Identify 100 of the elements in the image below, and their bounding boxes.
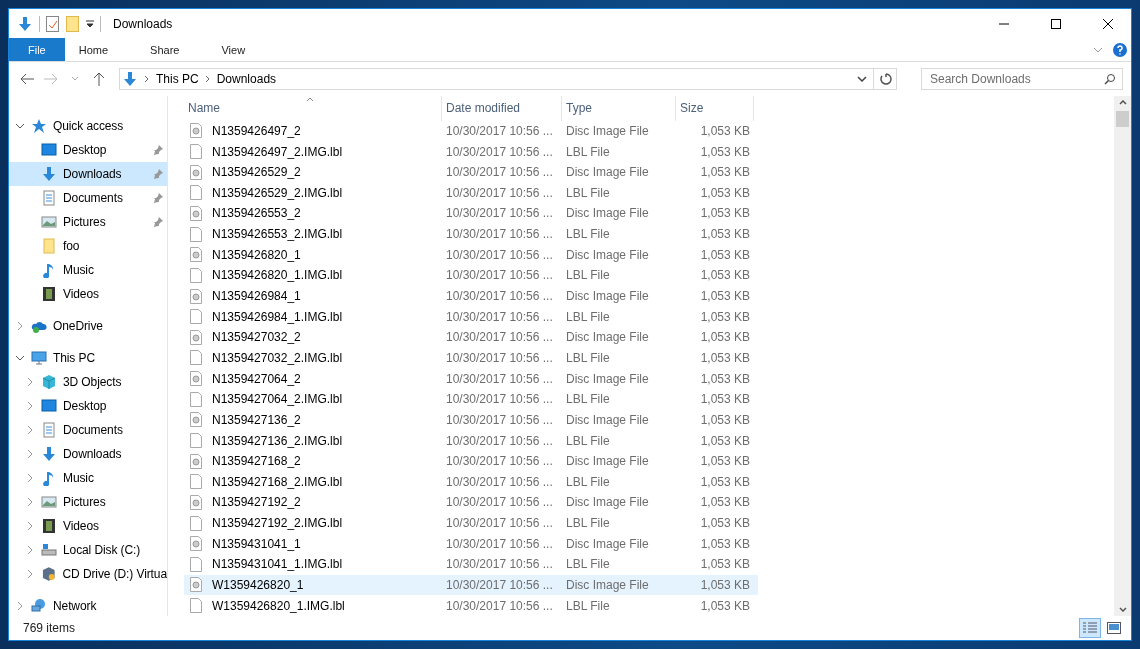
breadcrumb-item[interactable]: This PC (156, 72, 199, 86)
nav-item[interactable]: Music (9, 258, 167, 282)
back-button[interactable] (19, 71, 35, 87)
file-row[interactable]: N1359427136_2 10/30/2017 10:56 ... Disc Image File 1,053 KB (184, 409, 758, 431)
file-row[interactable]: N1359426984_1.IMG.lbl 10/30/2017 10:56 ... LBL File 1,053 KB (184, 306, 758, 327)
file-row[interactable]: N1359426820_1.IMG.lbl 10/30/2017 10:56 ... LBL File 1,053 KB (184, 265, 758, 286)
nav-item[interactable]: Documents (9, 418, 167, 442)
pin-icon[interactable] (153, 145, 163, 155)
nav-item[interactable]: Videos (9, 282, 167, 306)
file-row[interactable]: N1359427032_2 10/30/2017 10:56 ... Disc Image File 1,053 KB (184, 327, 758, 348)
file-row[interactable]: N1359427064_2.IMG.lbl 10/30/2017 10:56 ... LBL File 1,053 KB (184, 388, 758, 410)
help-icon[interactable] (1113, 42, 1127, 57)
ribbon-tab[interactable]: Share (136, 38, 194, 61)
file-row[interactable]: N1359427168_2.IMG.lbl 10/30/2017 10:56 ... LBL File 1,053 KB (184, 471, 758, 493)
nav-item[interactable]: Pictures (9, 490, 167, 514)
nav-item[interactable]: CD Drive (D:) Virtua (9, 562, 167, 586)
file-row[interactable]: N1359426553_2 10/30/2017 10:56 ... Disc Image File 1,053 KB (184, 203, 758, 224)
nav-item[interactable]: foo (9, 234, 167, 258)
file-name: N1359426820_1.IMG.lbl (211, 268, 343, 283)
nav-item[interactable]: Videos (9, 514, 167, 538)
chevron-right-icon[interactable] (25, 473, 35, 483)
nav-item[interactable]: Documents (9, 186, 167, 210)
nav-item[interactable]: Pictures (9, 210, 167, 234)
file-size: 1,053 KB (699, 123, 751, 138)
ribbon-tab[interactable]: Home (64, 38, 123, 61)
file-row[interactable]: N1359426820_1 10/30/2017 10:56 ... Disc Image File 1,053 KB (184, 244, 758, 266)
file-row[interactable]: W1359426820_1 10/30/2017 10:56 ... Disc Image File 1,053 KB (184, 574, 758, 596)
chevron-right-icon[interactable] (25, 569, 35, 579)
pin-icon[interactable] (153, 193, 163, 203)
chevron-down-icon[interactable] (15, 353, 25, 363)
dropdown-icon[interactable] (86, 19, 94, 28)
address-bar[interactable]: This PC Downloads (119, 68, 897, 90)
nav-item[interactable]: OneDrive (9, 314, 167, 338)
chevron-down-icon[interactable] (857, 76, 867, 82)
nav-item[interactable]: Downloads (9, 442, 167, 466)
chevron-down-icon[interactable] (15, 121, 25, 131)
chevron-right-icon[interactable] (25, 425, 35, 435)
nav-item[interactable]: Desktop (9, 394, 167, 418)
file-row[interactable]: N1359426497_2 10/30/2017 10:56 ... Disc Image File 1,053 KB (184, 120, 758, 142)
forward-button[interactable] (43, 71, 59, 87)
file-row[interactable]: N1359427032_2.IMG.lbl 10/30/2017 10:56 ... LBL File 1,053 KB (184, 347, 758, 369)
scrollbar[interactable] (1114, 96, 1131, 616)
chevron-right-icon[interactable] (15, 321, 25, 331)
column-header[interactable]: Date modified (442, 96, 562, 121)
file-name: N1359431041_1 (211, 536, 301, 551)
file-row[interactable]: N1359426529_2 10/30/2017 10:56 ... Disc Image File 1,053 KB (184, 161, 758, 183)
file-row[interactable]: N1359426529_2.IMG.lbl 10/30/2017 10:56 ... LBL File 1,053 KB (184, 182, 758, 204)
breadcrumb-item[interactable]: Downloads (216, 72, 277, 86)
nav-item[interactable]: 3D Objects (9, 370, 167, 394)
file-row[interactable]: N1359431041_1.IMG.lbl 10/30/2017 10:56 ... LBL File 1,053 KB (184, 554, 758, 575)
refresh-icon[interactable] (880, 73, 892, 85)
file-row[interactable]: N1359426553_2.IMG.lbl 10/30/2017 10:56 ... LBL File 1,053 KB (184, 223, 758, 245)
file-type: Disc Image File (565, 371, 650, 386)
nav-item[interactable]: Music (9, 466, 167, 490)
file-row[interactable]: W1359426820_1.IMG.lbl 10/30/2017 10:56 ... LBL File 1,053 KB (184, 595, 758, 616)
chevron-right-icon (144, 75, 150, 83)
file-row[interactable]: N1359426497_2.IMG.lbl 10/30/2017 10:56 ... LBL File 1,053 KB (184, 141, 758, 162)
chevron-right-icon[interactable] (25, 545, 35, 555)
file-type: Disc Image File (565, 247, 650, 262)
chevron-right-icon[interactable] (25, 401, 35, 411)
properties-icon[interactable] (46, 15, 60, 32)
ribbon-tab[interactable]: File (9, 38, 65, 61)
chevron-right-icon[interactable] (25, 521, 35, 531)
ribbon-tab[interactable]: View (207, 38, 260, 61)
chevron-right-icon[interactable] (25, 497, 35, 507)
file-type: LBL File (565, 557, 611, 572)
column-header[interactable]: Name (184, 96, 442, 121)
file-row[interactable]: N1359427064_2 10/30/2017 10:56 ... Disc Image File 1,053 KB (184, 368, 758, 389)
file-row[interactable]: N1359427192_2.IMG.lbl 10/30/2017 10:56 ... LBL File 1,053 KB (184, 512, 758, 534)
file-row[interactable]: N1359427136_2.IMG.lbl 10/30/2017 10:56 ... LBL File 1,053 KB (184, 430, 758, 451)
file-row[interactable]: N1359431041_1 10/30/2017 10:56 ... Disc Image File 1,053 KB (184, 533, 758, 555)
nav-item[interactable]: Local Disk (C:) (9, 538, 167, 562)
up-button[interactable] (91, 71, 107, 87)
file-row[interactable]: N1359427168_2 10/30/2017 10:56 ... Disc Image File 1,053 KB (184, 450, 758, 472)
file-name: N1359426529_2 (211, 165, 301, 180)
nav-item[interactable]: Desktop (9, 138, 167, 162)
pin-icon[interactable] (153, 169, 163, 179)
file-size: 1,053 KB (699, 206, 751, 221)
file-row[interactable]: N1359426984_1 10/30/2017 10:56 ... Disc Image File 1,053 KB (184, 285, 758, 307)
nav-label: Network (53, 599, 97, 613)
scroll-thumb[interactable] (1116, 111, 1129, 127)
file-size: 1,053 KB (699, 309, 751, 324)
file-name: N1359426820_1 (211, 247, 301, 262)
disc-file-icon (190, 288, 202, 304)
nav-item[interactable]: Downloads (9, 162, 167, 186)
nav-item[interactable]: Network (9, 594, 167, 618)
column-header[interactable]: Type (562, 96, 676, 121)
file-row[interactable]: N1359427192_2 10/30/2017 10:56 ... Disc Image File 1,053 KB (184, 492, 758, 513)
download-arrow-icon[interactable] (17, 15, 33, 32)
chevron-right-icon[interactable] (25, 377, 35, 387)
scroll-down-icon[interactable] (1118, 607, 1127, 612)
chevron-right-icon[interactable] (15, 601, 25, 611)
pin-icon[interactable] (153, 217, 163, 227)
nav-item[interactable]: Quick access (9, 114, 167, 138)
chevron-right-icon[interactable] (25, 449, 35, 459)
folder-icon[interactable] (66, 15, 80, 32)
nav-item[interactable]: This PC (9, 346, 167, 370)
column-header[interactable]: Size (676, 96, 754, 121)
scroll-up-icon[interactable] (1118, 100, 1127, 105)
search-field[interactable]: Search Downloads (921, 68, 1123, 90)
